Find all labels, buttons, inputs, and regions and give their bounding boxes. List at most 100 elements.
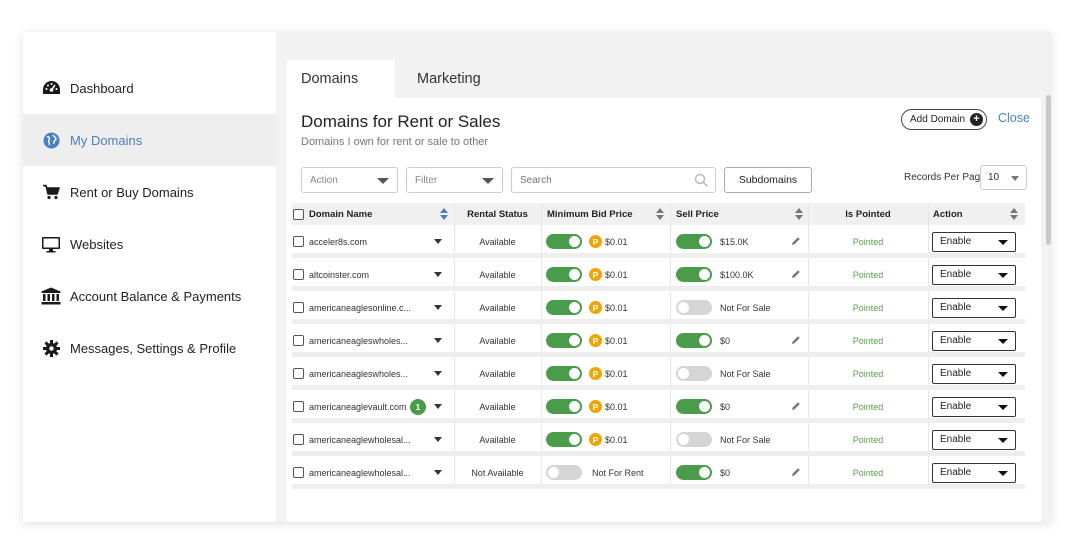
sidebar-item-label: Rent or Buy Domains <box>70 184 194 200</box>
domain-cell: americaneagleswholes... <box>293 324 408 357</box>
row-action-select[interactable]: Enable <box>932 264 1016 285</box>
action-dropdown[interactable]: Action <box>301 167 398 193</box>
row-action-select[interactable]: Enable <box>932 462 1016 483</box>
row-action-select[interactable]: Enable <box>932 330 1016 351</box>
column-divider <box>670 423 671 451</box>
sell-toggle[interactable] <box>676 300 712 315</box>
sidebar-item-dashboard[interactable]: Dashboard <box>23 62 276 114</box>
pencil-icon[interactable] <box>791 467 801 479</box>
row-action-select[interactable]: Enable <box>932 231 1016 252</box>
is-pointed-cell: Pointed <box>808 225 928 258</box>
page-scrollbar[interactable] <box>1046 95 1051 245</box>
row-action-select[interactable]: Enable <box>932 297 1016 318</box>
edit-cell <box>791 390 801 423</box>
expand-cell <box>434 357 442 390</box>
sell-price-cell: Not For Sale <box>676 423 771 456</box>
expand-caret-icon[interactable] <box>434 338 442 343</box>
row-checkbox[interactable] <box>293 434 304 445</box>
main-content: Domains Marketing Domains for Rent or Sa… <box>276 32 1051 522</box>
row-checkbox[interactable] <box>293 335 304 346</box>
sell-toggle[interactable] <box>676 267 712 282</box>
row-action-select[interactable]: Enable <box>932 363 1016 384</box>
expand-caret-icon[interactable] <box>434 470 442 475</box>
pencil-icon[interactable] <box>791 335 801 347</box>
tab-domains[interactable]: Domains <box>287 60 395 98</box>
sell-toggle[interactable] <box>676 399 712 414</box>
sell-toggle[interactable] <box>676 465 712 480</box>
domain-name: acceler8s.com <box>309 236 368 247</box>
expand-caret-icon[interactable] <box>434 371 442 376</box>
sidebar-item-websites[interactable]: Websites <box>23 218 276 270</box>
rent-toggle[interactable] <box>546 399 582 414</box>
expand-caret-icon[interactable] <box>434 272 442 277</box>
rent-toggle[interactable] <box>546 465 582 480</box>
min-bid-cell: Not For Rent <box>546 456 644 489</box>
rent-toggle[interactable] <box>546 267 582 282</box>
cart-icon <box>41 182 61 202</box>
sidebar-item-rent-or-buy[interactable]: Rent or Buy Domains <box>23 166 276 218</box>
coin-icon: P <box>589 235 602 248</box>
chevron-down-icon <box>998 371 1008 377</box>
filter-dropdown[interactable]: Filter <box>406 167 503 193</box>
tab-marketing[interactable]: Marketing <box>395 60 505 98</box>
row-checkbox[interactable] <box>293 269 304 280</box>
sell-price-cell: Not For Sale <box>676 357 771 390</box>
subdomains-button[interactable]: Subdomains <box>724 167 812 193</box>
domain-cell: americaneaglewholesal... <box>293 423 411 456</box>
sort-icon[interactable] <box>656 208 664 220</box>
sell-toggle[interactable] <box>676 366 712 381</box>
close-link[interactable]: Close <box>998 111 1030 125</box>
records-per-page-select[interactable]: 10 <box>980 165 1027 190</box>
records-per-page-value: 10 <box>988 172 1000 183</box>
column-divider <box>670 291 671 319</box>
toggle-knob <box>678 302 689 313</box>
rent-toggle[interactable] <box>546 333 582 348</box>
row-checkbox[interactable] <box>293 401 304 412</box>
sidebar-item-messages-settings[interactable]: Messages, Settings & Profile <box>23 322 276 374</box>
row-checkbox[interactable] <box>293 302 304 313</box>
expand-cell <box>434 423 442 456</box>
search-input[interactable] <box>511 167 716 193</box>
sort-icon[interactable] <box>795 208 803 220</box>
pointed-status: Pointed <box>852 401 884 412</box>
chevron-down-icon <box>482 178 494 184</box>
sell-toggle[interactable] <box>676 432 712 447</box>
is-pointed-cell: Pointed <box>808 324 928 357</box>
row-action-select[interactable]: Enable <box>932 429 1016 450</box>
rent-toggle[interactable] <box>546 366 582 381</box>
domain-cell: americaneaglevault.com <box>293 390 407 423</box>
pencil-icon[interactable] <box>791 269 801 281</box>
chevron-down-icon <box>998 404 1008 410</box>
sidebar-item-my-domains[interactable]: My Domains <box>23 114 276 166</box>
sort-icon[interactable] <box>1010 208 1018 220</box>
row-checkbox[interactable] <box>293 236 304 247</box>
filter-dropdown-label: Filter <box>415 174 438 186</box>
sell-toggle[interactable] <box>676 333 712 348</box>
pencil-icon[interactable] <box>791 401 801 413</box>
sell-toggle[interactable] <box>676 234 712 249</box>
search-icon[interactable] <box>694 173 709 188</box>
sidebar-item-account-balance[interactable]: Account Balance & Payments <box>23 270 276 322</box>
rent-toggle[interactable] <box>546 234 582 249</box>
pencil-icon[interactable] <box>791 236 801 248</box>
sort-icon[interactable] <box>440 208 448 220</box>
pointed-status: Pointed <box>852 335 884 346</box>
expand-caret-icon[interactable] <box>434 239 442 244</box>
expand-caret-icon[interactable] <box>434 305 442 310</box>
row-checkbox[interactable] <box>293 467 304 478</box>
expand-caret-icon[interactable] <box>434 437 442 442</box>
row-checkbox[interactable] <box>293 368 304 379</box>
row-action-select[interactable]: Enable <box>932 396 1016 417</box>
count-badge[interactable]: 1 <box>410 398 426 415</box>
records-per-page-label: Records Per Page <box>904 172 986 183</box>
rent-toggle[interactable] <box>546 432 582 447</box>
action-cell: Enable <box>932 456 1016 489</box>
select-all-checkbox[interactable] <box>293 208 304 220</box>
sell-price-cell: $15.0K <box>676 225 749 258</box>
add-domain-button[interactable]: Add Domain + <box>901 109 987 130</box>
expand-cell <box>434 456 442 489</box>
expand-cell <box>434 390 442 423</box>
table-header: Domain Name Rental Status Minimum Bid Pr… <box>292 203 1025 225</box>
expand-caret-icon[interactable] <box>434 404 442 409</box>
rent-toggle[interactable] <box>546 300 582 315</box>
